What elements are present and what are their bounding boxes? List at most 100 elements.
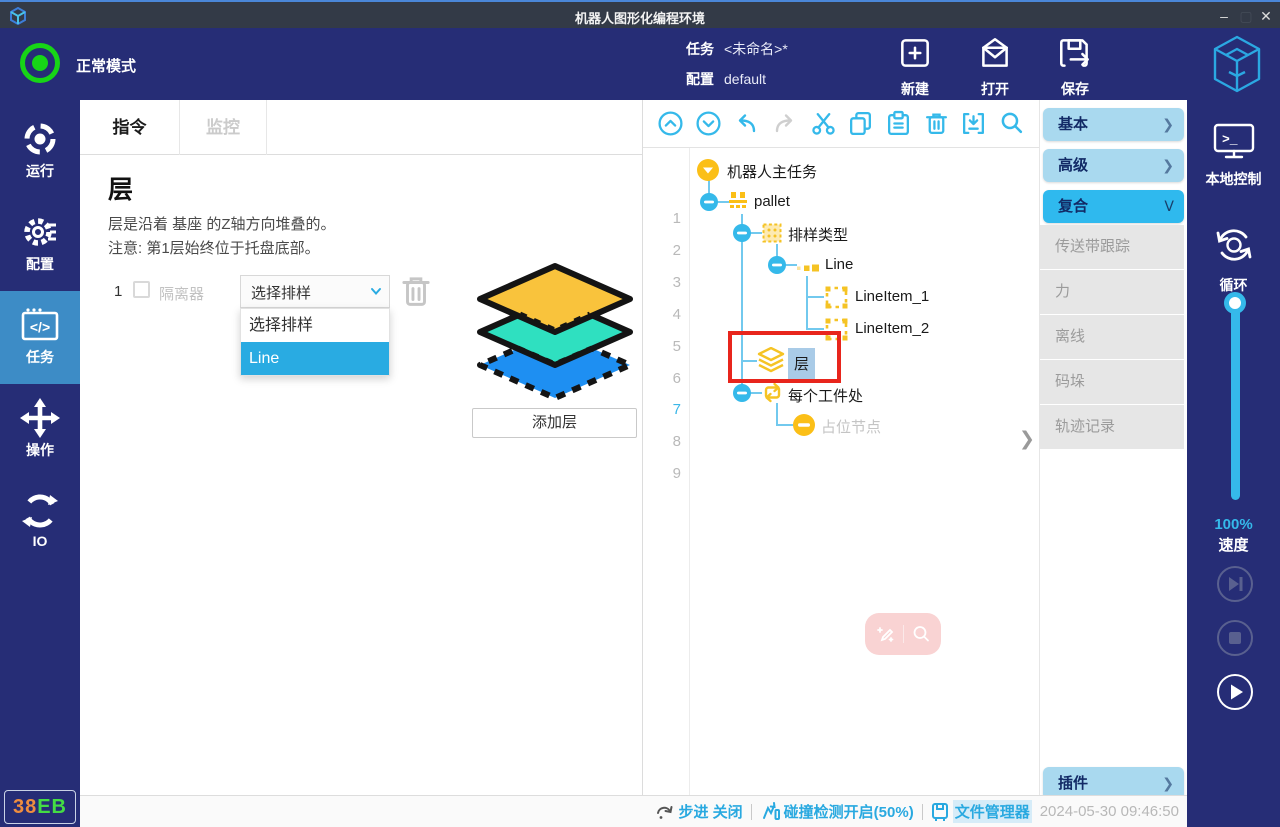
- task-label: 任务: [686, 41, 714, 57]
- tree-node-pallet[interactable]: pallet: [754, 193, 790, 210]
- tree-node-lineitem2[interactable]: LineItem_2: [855, 320, 929, 337]
- play-button[interactable]: [1217, 674, 1253, 710]
- sidebar-item-io[interactable]: IO: [0, 477, 80, 570]
- chevron-right-icon: ❯: [1162, 108, 1174, 141]
- sidebar-item-operate[interactable]: 操作: [0, 384, 80, 477]
- save-task-button[interactable]: 保存: [1045, 34, 1105, 99]
- line-number: 9: [651, 465, 681, 482]
- tab-monitor[interactable]: 监控: [180, 100, 267, 155]
- svg-text:>_: >_: [1222, 132, 1238, 147]
- pattern-select[interactable]: 选择排样: [240, 275, 390, 308]
- config-value: default: [724, 71, 766, 87]
- minimize-button[interactable]: –: [1212, 4, 1236, 28]
- page-title: 层: [108, 170, 133, 206]
- move-down-icon[interactable]: [695, 110, 722, 137]
- loop-icon: [1213, 224, 1255, 266]
- tree-connector: [806, 328, 824, 330]
- collapse-minus-icon[interactable]: [768, 256, 786, 279]
- hex-id-badge: 38EB: [4, 790, 76, 824]
- sidebar-item-run[interactable]: 运行: [0, 105, 80, 198]
- lib-item-palletizing[interactable]: 码垛: [1040, 360, 1184, 404]
- step-mode-status[interactable]: 步进 关闭: [655, 801, 743, 822]
- magic-pencil-icon: [875, 623, 897, 645]
- cut-icon[interactable]: [810, 110, 837, 137]
- local-control-button[interactable]: >_ 本地控制: [1187, 122, 1280, 189]
- collision-detect-status[interactable]: 碰撞检测开启(50%): [760, 801, 914, 822]
- line-number: 1: [651, 210, 681, 227]
- collision-icon: [760, 802, 780, 822]
- status-bar: 步进 关闭 碰撞检测开启(50%) 文件管理器 2024-05-30 09:46…: [80, 795, 1187, 827]
- new-task-button[interactable]: 新建: [885, 34, 945, 99]
- separator-checkbox[interactable]: [133, 281, 150, 298]
- add-layer-button[interactable]: 添加层: [472, 408, 637, 438]
- collapse-minus-icon[interactable]: [700, 193, 718, 216]
- line-number-selected: 7: [651, 401, 681, 418]
- save-icon: [1056, 59, 1094, 76]
- category-advanced[interactable]: 高级❯: [1043, 149, 1184, 182]
- layers-illustration: [468, 258, 643, 411]
- category-basic[interactable]: 基本❯: [1043, 108, 1184, 141]
- line-item-node-icon: [825, 286, 848, 314]
- close-button[interactable]: ✕: [1254, 4, 1278, 28]
- line-number: 2: [651, 242, 681, 259]
- speed-slider-knob[interactable]: [1224, 292, 1246, 314]
- loop-button[interactable]: 循环: [1187, 224, 1280, 295]
- search-icon[interactable]: [998, 110, 1025, 137]
- svg-text:</>: </>: [30, 319, 50, 335]
- delete-icon[interactable]: [923, 110, 950, 137]
- file-manager-icon: [931, 802, 949, 822]
- dropdown-option-select[interactable]: 选择排样: [241, 309, 389, 342]
- delete-layer-icon[interactable]: [400, 274, 432, 313]
- tree-connector: [776, 424, 794, 426]
- open-task-button[interactable]: 打开: [965, 34, 1025, 99]
- instruction-panel: 指令 监控 层 层是沿着 基座 的Z轴方向堆叠的。 注意: 第1层始终位于托盘底…: [80, 100, 643, 795]
- collapse-node-icon[interactable]: [697, 159, 719, 186]
- chevron-down-icon: [369, 284, 383, 303]
- lib-item-trajectory-record[interactable]: 轨迹记录: [1040, 405, 1184, 449]
- stop-button[interactable]: [1217, 620, 1253, 656]
- lib-item-conveyor-tracking[interactable]: 传送带跟踪: [1040, 225, 1184, 269]
- tree-node-main-task[interactable]: 机器人主任务: [727, 161, 817, 182]
- paste-icon[interactable]: [885, 110, 912, 137]
- status-timestamp: 2024-05-30 09:46:50: [1040, 803, 1179, 820]
- tree-node-pattern-type[interactable]: 排样类型: [788, 224, 848, 245]
- collapse-minus-icon[interactable]: [733, 224, 751, 247]
- foreach-node-icon: [762, 382, 783, 408]
- file-manager-status[interactable]: 文件管理器: [931, 800, 1032, 823]
- robot-programming-app: 机器人图形化编程环境 – ▢ ✕ 正常模式 任务<未命名>* 配置default…: [0, 0, 1280, 827]
- copy-icon[interactable]: [847, 110, 874, 137]
- tree-node-placeholder[interactable]: 占位节点: [821, 416, 881, 437]
- sidebar-item-task[interactable]: </> 任务: [0, 291, 80, 384]
- tree-node-lineitem1[interactable]: LineItem_1: [855, 288, 929, 305]
- redo-icon[interactable]: [771, 111, 799, 137]
- status-divider: [922, 804, 923, 820]
- tab-instruction[interactable]: 指令: [80, 100, 180, 155]
- run-icon: [0, 119, 80, 161]
- tree-node-foreach[interactable]: 每个工件处: [788, 385, 863, 406]
- speed-slider-track[interactable]: [1231, 300, 1240, 500]
- step-forward-button[interactable]: [1217, 566, 1253, 602]
- line-number: 5: [651, 338, 681, 355]
- move-up-icon[interactable]: [657, 110, 684, 137]
- task-icon: </>: [0, 305, 80, 347]
- open-icon: [976, 59, 1014, 76]
- magnifier-icon: [910, 623, 932, 645]
- collapse-icon[interactable]: [960, 110, 987, 137]
- undo-icon[interactable]: [732, 111, 760, 137]
- move-icon: [0, 398, 80, 440]
- line-number-column: 1 2 3 4 5 6 7 8 9: [643, 148, 690, 795]
- top-bar: 正常模式 任务<未命名>* 配置default 新建 打开 保存: [0, 28, 1280, 100]
- panel-expand-chevron[interactable]: ❯: [1019, 428, 1035, 451]
- dropdown-option-line[interactable]: Line: [241, 342, 389, 375]
- tree-connector: [806, 276, 808, 330]
- left-sidebar: 运行 配置 </> 任务 操作 IO 38EB: [0, 100, 80, 827]
- assist-watermark: [865, 613, 941, 655]
- step-forward-icon: [1219, 568, 1251, 600]
- tree-node-line[interactable]: Line: [825, 256, 853, 273]
- sidebar-item-config[interactable]: 配置: [0, 198, 80, 291]
- title-bar: 机器人图形化编程环境 – ▢ ✕: [0, 0, 1280, 28]
- category-composite[interactable]: 复合ᐯ: [1043, 190, 1184, 223]
- lib-item-offline[interactable]: 离线: [1040, 315, 1184, 359]
- collapse-minus-icon[interactable]: [733, 384, 751, 407]
- lib-item-force[interactable]: 力: [1040, 270, 1184, 314]
